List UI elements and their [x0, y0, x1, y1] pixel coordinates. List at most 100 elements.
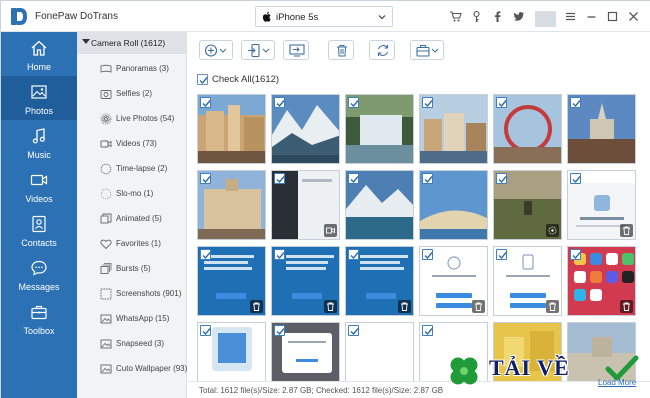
delete-badge[interactable]	[398, 300, 411, 313]
add-button[interactable]	[199, 40, 233, 60]
minimize-icon[interactable]	[582, 9, 603, 25]
check-all-checkbox[interactable]	[197, 74, 208, 85]
photo-thumbnail[interactable]	[345, 94, 414, 164]
animated-icon	[100, 213, 112, 224]
nav-contacts[interactable]: Contacts	[1, 208, 77, 252]
twitter-icon[interactable]	[509, 9, 530, 25]
close-icon[interactable]	[624, 9, 645, 25]
maximize-icon[interactable]	[603, 9, 624, 25]
screenshot-thumbnail[interactable]	[419, 246, 488, 316]
checkmark-icon	[276, 252, 285, 260]
cart-icon[interactable]	[446, 9, 467, 25]
nav-messages[interactable]: Messages	[1, 252, 77, 296]
photo-checkbox[interactable]	[422, 173, 433, 184]
album-selfies[interactable]: Selfies (2)	[77, 84, 187, 104]
delete-badge[interactable]	[250, 300, 263, 313]
photo-checkbox[interactable]	[348, 97, 359, 108]
album-bursts[interactable]: Bursts (5)	[77, 259, 187, 279]
photo-thumbnail[interactable]	[197, 170, 266, 240]
album-time-lapse[interactable]: Time-lapse (2)	[77, 159, 187, 179]
load-more-link[interactable]: Load More	[598, 378, 636, 387]
photo-thumbnail[interactable]	[197, 94, 266, 164]
photo-thumbnail[interactable]	[271, 94, 340, 164]
photo-checkbox[interactable]	[274, 173, 285, 184]
screenshot-thumbnail[interactable]	[567, 170, 636, 240]
album-cuto-wallpaper[interactable]: Cuto Wallpaper (93)	[77, 359, 187, 379]
photo-checkbox[interactable]	[348, 173, 359, 184]
screenshot-thumbnail[interactable]	[345, 246, 414, 316]
photo-checkbox[interactable]	[274, 325, 285, 336]
photo-checkbox[interactable]	[348, 249, 359, 260]
export-to-device-button[interactable]	[241, 40, 275, 60]
photo-thumbnail[interactable]	[567, 94, 636, 164]
photo-panel: Check All(1612) Total: 1612 file(s)/Size…	[187, 32, 650, 398]
screenshot-thumbnail[interactable]	[493, 246, 562, 316]
photo-checkbox[interactable]	[570, 173, 581, 184]
key-icon[interactable]	[467, 9, 488, 25]
photo-thumbnail[interactable]	[419, 170, 488, 240]
photo-checkbox[interactable]	[422, 249, 433, 260]
messages-icon	[31, 260, 47, 276]
album-camera-roll[interactable]: Camera Roll (1612)	[77, 32, 187, 54]
photo-checkbox[interactable]	[496, 249, 507, 260]
checkmark-icon	[199, 77, 208, 85]
album-snapseed[interactable]: Snapseed (3)	[77, 334, 187, 354]
album-panoramas[interactable]: Panoramas (3)	[77, 59, 187, 79]
refresh-button[interactable]	[369, 40, 395, 60]
photo-checkbox[interactable]	[200, 173, 211, 184]
delete-badge[interactable]	[472, 300, 485, 313]
photo-checkbox[interactable]	[200, 325, 211, 336]
delete-badge[interactable]	[620, 224, 633, 237]
album-label: Favorites (1)	[116, 239, 161, 248]
photo-thumbnail[interactable]	[345, 170, 414, 240]
export-to-pc-button[interactable]	[283, 40, 309, 60]
delete-badge[interactable]	[620, 300, 633, 313]
album-favorites[interactable]: Favorites (1)	[77, 234, 187, 254]
photo-checkbox[interactable]	[422, 325, 433, 336]
screenshot-thumbnail[interactable]	[567, 246, 636, 316]
album-slo-mo[interactable]: Slo-mo (1)	[77, 184, 187, 204]
screenshot-thumbnail[interactable]	[345, 322, 414, 382]
nav-home[interactable]: Home	[1, 32, 77, 76]
photo-checkbox[interactable]	[570, 249, 581, 260]
album-label: Snapseed (3)	[116, 339, 165, 348]
album-videos[interactable]: Videos (73)	[77, 134, 187, 154]
photo-checkbox[interactable]	[200, 249, 211, 260]
nav-toolbox[interactable]: Toolbox	[1, 296, 77, 340]
nav-videos[interactable]: Videos	[1, 164, 77, 208]
clover-icon	[450, 357, 478, 385]
nav-photos[interactable]: Photos	[1, 76, 77, 120]
toolbox-button[interactable]	[410, 40, 444, 60]
delete-icon	[337, 45, 347, 57]
photo-checkbox[interactable]	[570, 97, 581, 108]
delete-badge[interactable]	[324, 300, 337, 313]
photo-checkbox[interactable]	[274, 249, 285, 260]
screenshot-thumbnail[interactable]	[271, 246, 340, 316]
menu-icon[interactable]	[561, 9, 582, 25]
album-whatsapp[interactable]: WhatsApp (15)	[77, 309, 187, 329]
photo-checkbox[interactable]	[496, 173, 507, 184]
photo-checkbox[interactable]	[496, 97, 507, 108]
photo-checkbox[interactable]	[348, 325, 359, 336]
video-icon	[326, 227, 335, 234]
facebook-icon[interactable]	[488, 9, 509, 25]
photo-checkbox[interactable]	[274, 97, 285, 108]
screenshot-thumbnail[interactable]	[197, 246, 266, 316]
delete-badge[interactable]	[546, 300, 559, 313]
album-screenshots[interactable]: Screenshots (901)	[77, 284, 187, 304]
photo-checkbox[interactable]	[200, 97, 211, 108]
screenshot-thumbnail[interactable]	[271, 322, 340, 382]
photo-thumbnail[interactable]	[419, 94, 488, 164]
trash-icon	[475, 302, 482, 311]
album-live-photos[interactable]: Live Photos (54)	[77, 109, 187, 129]
photo-thumbnail[interactable]	[493, 170, 562, 240]
device-selector[interactable]: iPhone 5s	[255, 6, 393, 27]
video-thumbnail[interactable]	[271, 170, 340, 240]
photo-checkbox[interactable]	[422, 97, 433, 108]
photo-thumbnail[interactable]	[493, 94, 562, 164]
screenshot-thumbnail[interactable]	[197, 322, 266, 382]
album-animated[interactable]: Animated (5)	[77, 209, 187, 229]
status-text: Total: 1612 file(s)/Size: 2.87 GB; Check…	[199, 386, 444, 395]
nav-music[interactable]: Music	[1, 120, 77, 164]
delete-button[interactable]	[328, 40, 354, 60]
